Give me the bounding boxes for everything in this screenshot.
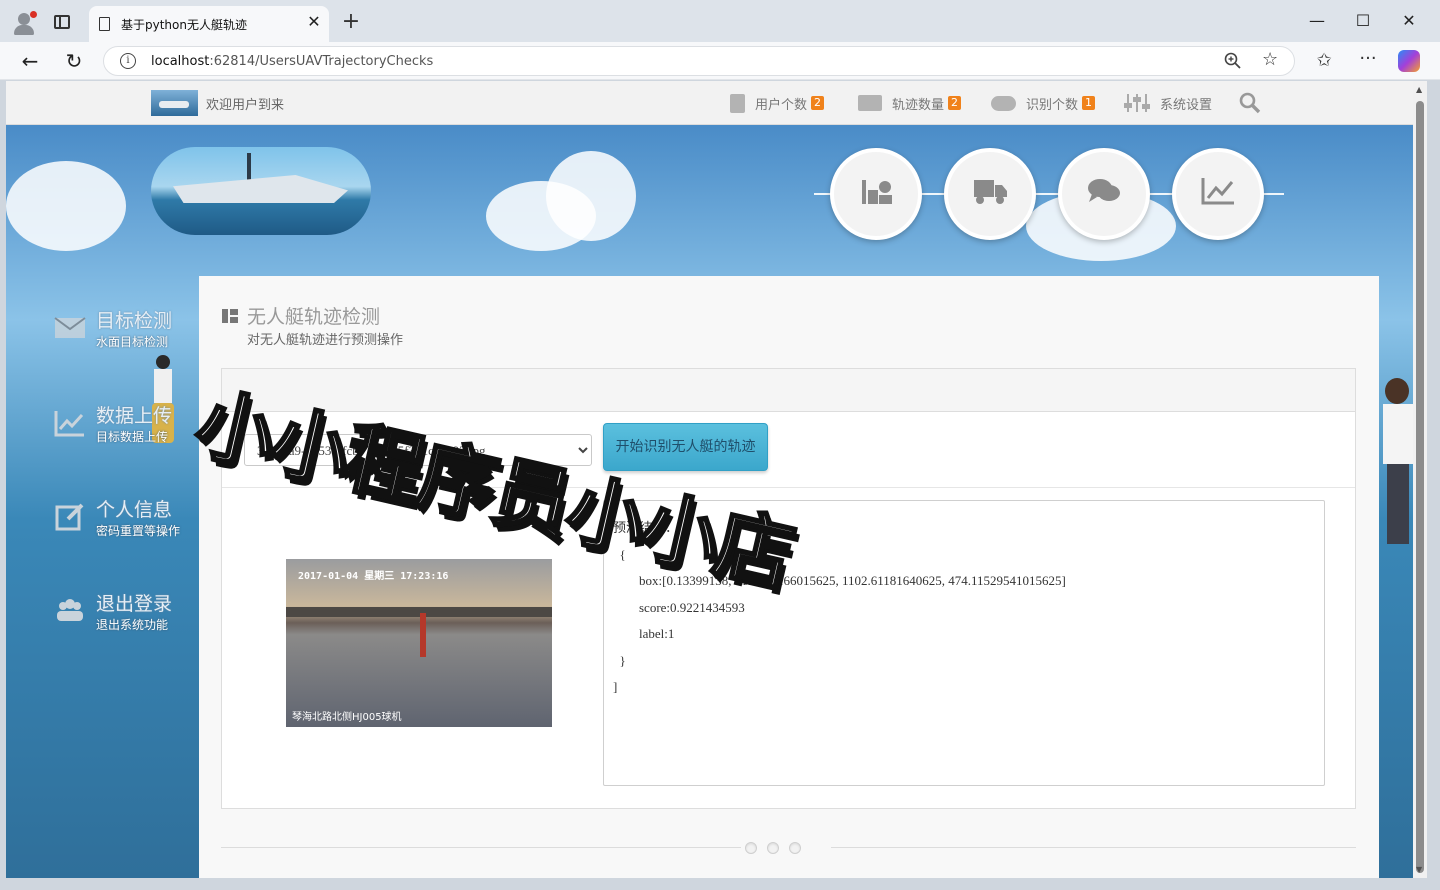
character-illustration — [1381, 378, 1413, 558]
back-button[interactable]: ← — [17, 48, 43, 74]
image-timestamp: 2017-01-04 星期三 17:23:16 — [298, 571, 449, 582]
favorites-icon[interactable]: ✩ — [1313, 50, 1335, 71]
sidebar-item-subtitle: 密码重置等操作 — [96, 524, 181, 538]
tab-actions-icon[interactable] — [54, 15, 70, 29]
sidebar-item-data-upload[interactable]: 数据上传 目标数据上传 — [6, 395, 198, 455]
envelope-icon — [54, 317, 86, 338]
url-text[interactable]: localhost:62814/UsersUAVTrajectoryChecks — [151, 54, 433, 69]
recognition-count-badge: 1 — [1082, 96, 1096, 110]
chart-circle-button[interactable] — [1172, 148, 1264, 240]
main-content-panel: 无人艇轨迹检测 对无人艇轨迹进行预测操作 3916ca9-0353-4fcb-9… — [199, 276, 1379, 878]
cloud-decoration — [6, 161, 126, 251]
chat-icon — [1088, 179, 1120, 202]
url-field[interactable]: i localhost:62814/UsersUAVTrajectoryChec… — [103, 46, 1295, 76]
footer-divider — [221, 847, 741, 848]
sidebar-item-title: 数据上传 — [96, 405, 173, 427]
sidebar-item-title: 个人信息 — [96, 499, 173, 521]
page-subtitle: 对无人艇轨迹进行预测操作 — [247, 333, 404, 348]
edit-icon — [55, 503, 84, 531]
sidebar-item-logout[interactable]: 退出登录 退出系统功能 — [6, 583, 198, 643]
minimize-button[interactable]: — — [1302, 8, 1332, 34]
cloud-icon — [991, 95, 1016, 111]
site-logo — [151, 90, 198, 116]
pager-dots — [745, 842, 801, 854]
chat-circle-button[interactable] — [1058, 148, 1150, 240]
tab-title: 基于python无人艇轨迹 — [121, 18, 247, 32]
finance-circle-button[interactable] — [830, 148, 922, 240]
document-icon — [730, 93, 745, 113]
image-caption: 琴海北路北侧HJ005球机 — [292, 712, 402, 723]
search-icon[interactable] — [1239, 92, 1261, 114]
address-bar-row: ← ↻ i localhost:62814/UsersUAVTrajectory… — [0, 42, 1440, 80]
page-title: 无人艇轨迹检测 — [247, 306, 381, 328]
welcome-text: 欢迎用户到来 — [206, 98, 285, 113]
coins-icon — [862, 180, 892, 204]
nav-recognition-count[interactable]: 识别个数 1 — [991, 92, 1096, 114]
pager-dot[interactable] — [789, 842, 801, 854]
sidebar-item-subtitle: 水面目标检测 — [96, 335, 169, 349]
tab-close-button[interactable]: ✕ — [305, 13, 323, 31]
site-info-icon[interactable]: i — [120, 53, 136, 69]
sidebar-item-subtitle: 退出系统功能 — [96, 618, 169, 632]
footer-divider — [831, 847, 1356, 848]
users-icon — [57, 599, 83, 621]
pager-dot[interactable] — [767, 842, 779, 854]
user-count-badge: 2 — [811, 96, 825, 110]
profile-icon[interactable] — [12, 10, 38, 36]
browser-tab-bar: 基于python无人艇轨迹 ✕ + — ☐ ✕ — [0, 0, 1440, 42]
truck-icon — [974, 180, 1007, 204]
sliders-icon — [1124, 94, 1150, 112]
reload-button[interactable]: ↻ — [61, 48, 87, 74]
pager-dot[interactable] — [745, 842, 757, 854]
copilot-icon[interactable] — [1398, 50, 1420, 72]
page-viewport: 欢迎用户到来 用户个数 2 轨迹数量 2 识别个数 1 系统设置 目标检测 水面… — [6, 81, 1413, 878]
scroll-down-arrow[interactable]: ▼ — [1416, 865, 1422, 874]
sidebar-item-subtitle: 目标数据上传 — [96, 430, 169, 444]
site-top-nav: 欢迎用户到来 用户个数 2 轨迹数量 2 识别个数 1 系统设置 — [6, 81, 1413, 125]
envelope-icon — [858, 95, 882, 111]
nav-system-settings[interactable]: 系统设置 — [1124, 92, 1212, 114]
more-options-icon[interactable]: ··· — [1357, 48, 1379, 69]
dashboard-icon — [222, 309, 238, 323]
left-sidebar: 目标检测 水面目标检测 数据上传 目标数据上传 个人信息 密码重置等操作 退出登… — [6, 275, 198, 878]
chart-icon — [54, 411, 84, 437]
cloud-decoration — [546, 151, 636, 241]
hero-boat-image — [151, 147, 371, 235]
scrollbar-thumb[interactable] — [1416, 101, 1424, 873]
nav-user-count[interactable]: 用户个数 2 — [730, 92, 825, 114]
sidebar-item-target-detection[interactable]: 目标检测 水面目标检测 — [6, 300, 198, 360]
scroll-up-arrow[interactable]: ▲ — [1416, 85, 1422, 94]
delivery-circle-button[interactable] — [944, 148, 1036, 240]
close-window-button[interactable]: ✕ — [1394, 8, 1424, 34]
maximize-button[interactable]: ☐ — [1348, 8, 1378, 34]
page-scrollbar[interactable]: ▲ ▼ — [1413, 81, 1427, 878]
detection-image: 2017-01-04 星期三 17:23:16 琴海北路北侧HJ005球机 — [286, 559, 552, 727]
page-icon — [99, 17, 110, 31]
zoom-icon[interactable] — [1223, 51, 1243, 71]
new-tab-button[interactable]: + — [340, 9, 362, 35]
sidebar-item-title: 目标检测 — [96, 310, 173, 332]
favorite-star-icon[interactable]: ☆ — [1262, 49, 1278, 70]
sidebar-item-personal-info[interactable]: 个人信息 密码重置等操作 — [6, 489, 198, 549]
sidebar-item-title: 退出登录 — [96, 593, 173, 615]
trajectory-count-badge: 2 — [948, 96, 962, 110]
line-chart-icon — [1201, 178, 1234, 205]
browser-tab[interactable]: 基于python无人艇轨迹 ✕ — [89, 6, 329, 42]
nav-trajectory-count[interactable]: 轨迹数量 2 — [858, 92, 962, 114]
